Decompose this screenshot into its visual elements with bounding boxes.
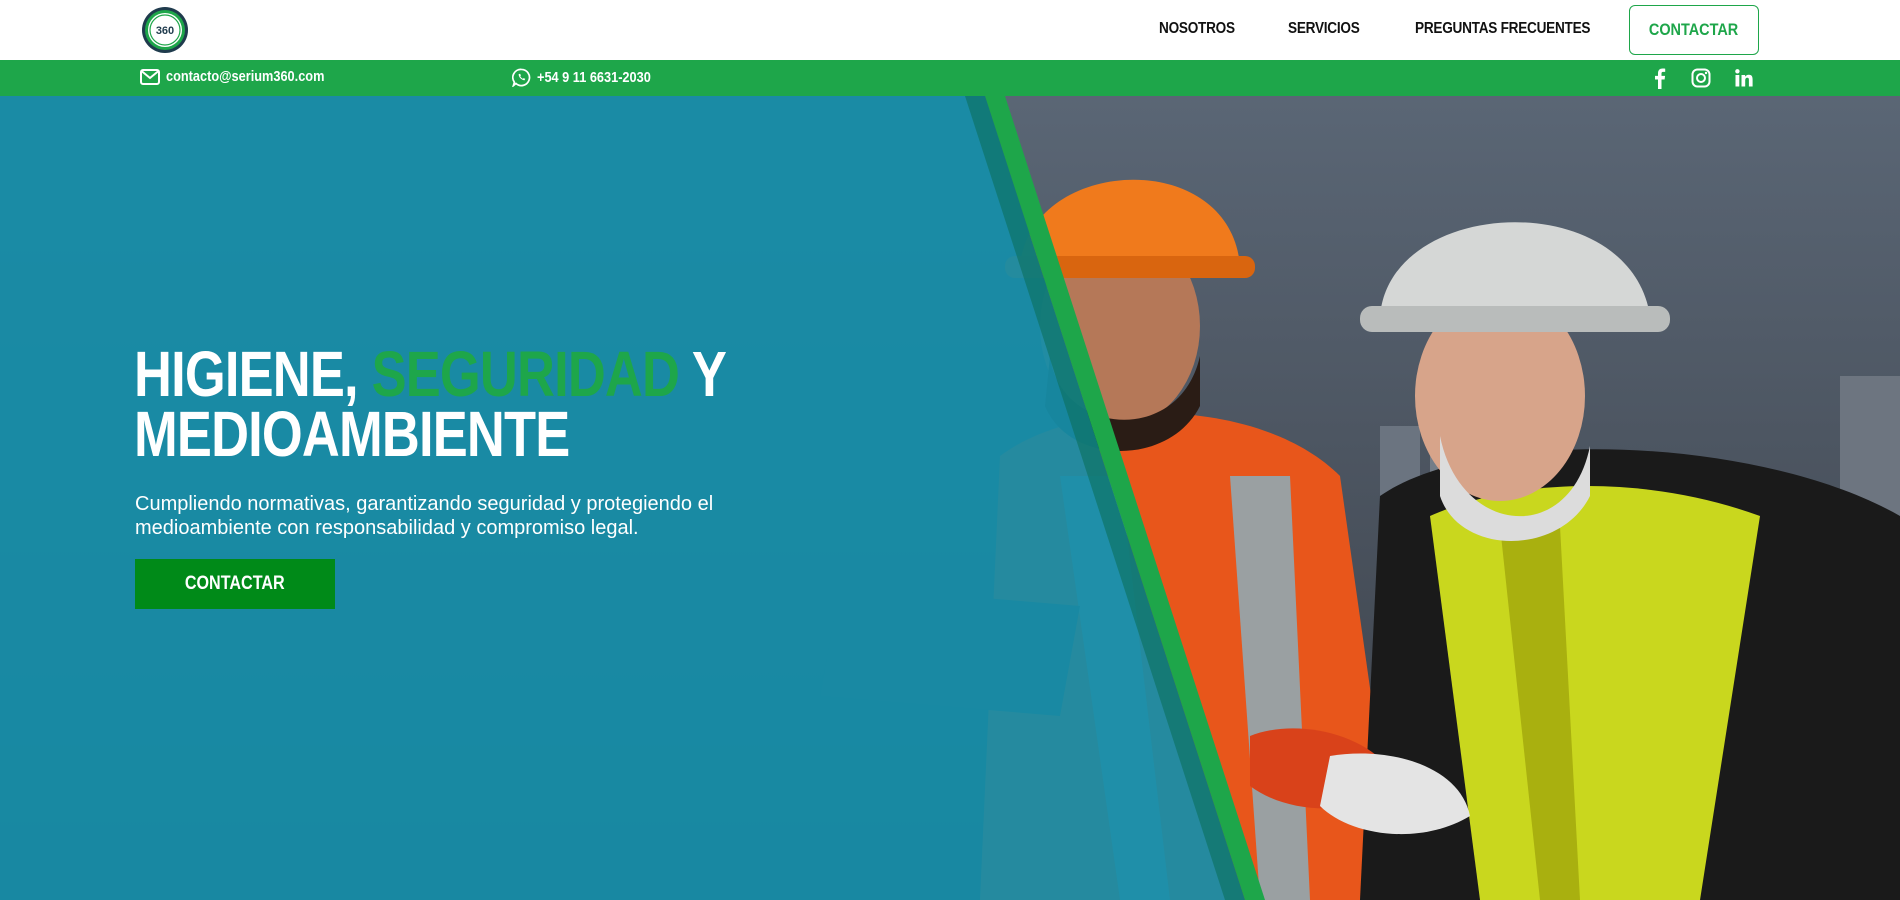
- contact-email-link[interactable]: contacto@serium360.com: [140, 68, 352, 85]
- nav-contact-button-label: CONTACTAR: [1649, 20, 1739, 39]
- hero-title: HIGIENE, SEGURIDAD Y MEDIOAMBIENTE: [134, 342, 872, 466]
- hero-contact-button-label: CONTACTAR: [185, 573, 285, 594]
- hero-title-part2: Y: [679, 338, 727, 410]
- nav-link-preguntas-frecuentes[interactable]: PREGUNTAS FRECUENTES: [1415, 20, 1591, 38]
- nav-link-nosotros[interactable]: NOSOTROS: [1159, 20, 1235, 38]
- instagram-link[interactable]: [1690, 67, 1712, 89]
- facebook-icon: [1655, 68, 1666, 89]
- envelope-icon: [140, 68, 160, 85]
- instagram-icon: [1691, 68, 1711, 88]
- hero-contact-button[interactable]: CONTACTAR: [135, 559, 335, 609]
- contact-phone-text: +54 9 11 6631-2030: [537, 69, 651, 86]
- hero-subtitle: Cumpliendo normativas, garantizando segu…: [135, 493, 714, 539]
- contact-bar: contacto@serium360.com +54 9 11 6631-203…: [0, 60, 1900, 96]
- linkedin-link[interactable]: [1733, 67, 1755, 89]
- top-navigation: 360 NOSOTROS SERVICIOS PREGUNTAS FRECUEN…: [0, 0, 1900, 60]
- linkedin-icon: [1735, 69, 1753, 87]
- nav-contact-button[interactable]: CONTACTAR: [1629, 5, 1759, 55]
- contact-email-text: contacto@serium360.com: [166, 68, 325, 85]
- main-menu: NOSOTROS SERVICIOS PREGUNTAS FRECUENTES: [0, 0, 1900, 60]
- nav-link-servicios[interactable]: SERVICIOS: [1288, 20, 1360, 38]
- contact-phone-link[interactable]: +54 9 11 6631-2030: [512, 68, 671, 87]
- hero-section: HIGIENE, SEGURIDAD Y MEDIOAMBIENTE Cumpl…: [0, 96, 1900, 900]
- facebook-link[interactable]: [1648, 67, 1670, 89]
- hero-title-line2: MEDIOAMBIENTE: [134, 398, 570, 470]
- whatsapp-icon: [512, 68, 531, 87]
